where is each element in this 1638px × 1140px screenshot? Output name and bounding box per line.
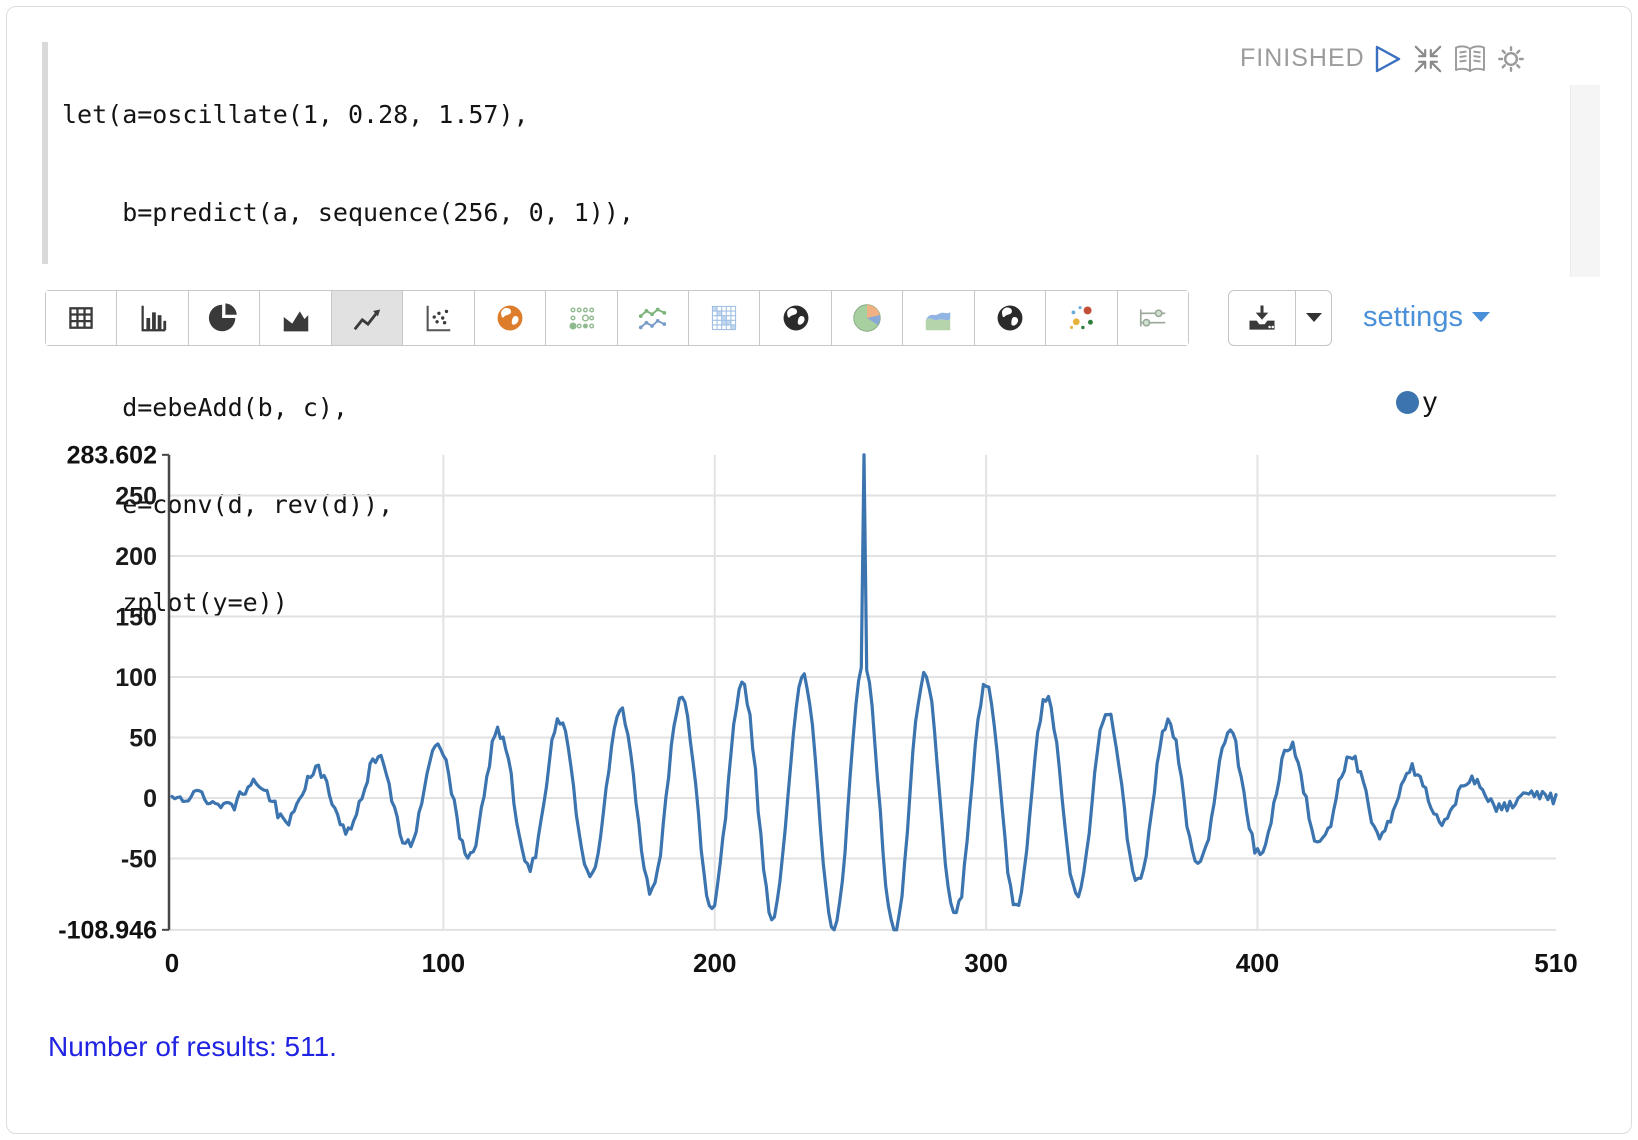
line-chart[interactable]: -50 0 50 100 150 200 250 283.602 -108.946 0 100 200…: [0, 0, 1638, 1140]
y-tick-label: 50: [129, 724, 157, 752]
notebook-paragraph: let(a=oscillate(1, 0.28, 1.57), b=predic…: [0, 0, 1638, 1140]
x-tick-label: 400: [1236, 948, 1279, 978]
y-tick-label: 100: [115, 664, 157, 692]
results-count: Number of results: 511.: [48, 1031, 337, 1063]
x-tick-label: 200: [693, 948, 736, 978]
y-tick-label: 200: [115, 543, 157, 571]
y-tick-label: 250: [115, 482, 157, 510]
y-tick-label: 0: [143, 785, 157, 813]
y-tick-label: -50: [121, 845, 157, 873]
x-tick-label: 300: [964, 948, 1007, 978]
y-min-label: -108.946: [58, 917, 157, 945]
x-tick-label: 100: [422, 948, 465, 978]
x-tick-label: 0: [165, 948, 179, 978]
y-max-label: 283.602: [67, 442, 157, 470]
x-tick-label: 510: [1534, 948, 1577, 978]
y-tick-label: 150: [115, 603, 157, 631]
